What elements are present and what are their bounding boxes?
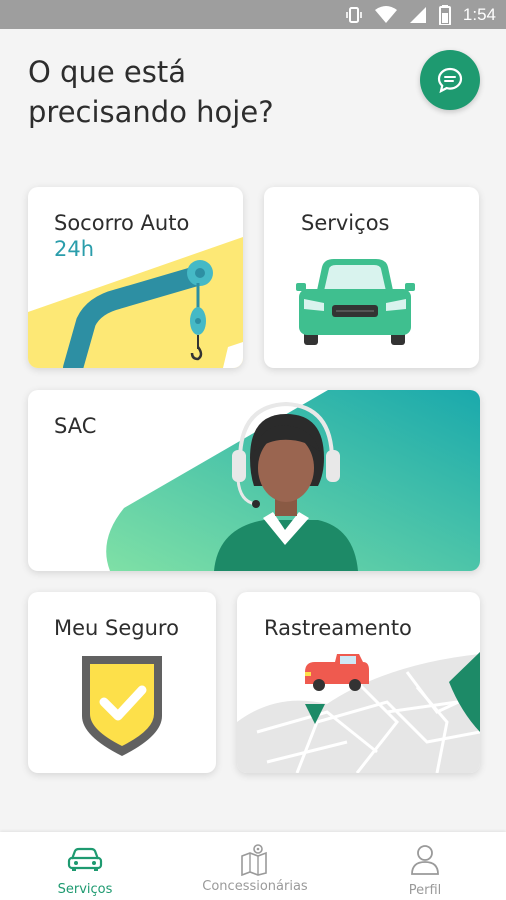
map-pin-icon [241, 844, 267, 876]
page-title: O que está precisando hoje? [28, 52, 388, 132]
clock: 1:54 [462, 4, 496, 24]
servicos-card[interactable]: Serviços [264, 187, 479, 368]
nav-label-servicos: Serviços [57, 882, 113, 897]
servicos-title: Serviços [301, 211, 390, 235]
socorro-subtitle: 24h [54, 237, 95, 261]
sac-title: SAC [54, 414, 97, 438]
status-bar: 1:54 [0, 0, 506, 29]
title-line-1: O que está [28, 55, 186, 89]
socorro-title: Socorro Auto [54, 211, 190, 235]
nav-label-concessionarias: Concessionárias [202, 879, 308, 894]
bottom-navigation: Serviços Concessionárias Perfil [0, 832, 506, 900]
user-icon [411, 845, 439, 875]
rastreamento-title: Rastreamento [264, 616, 412, 640]
wifi-icon [374, 5, 397, 23]
sac-card[interactable]: SAC [28, 390, 480, 571]
nav-item-concessionarias[interactable]: Concessionárias [190, 832, 320, 900]
meu-seguro-card[interactable]: Meu Seguro [28, 592, 216, 773]
signal-icon [409, 6, 426, 23]
battery-icon [438, 4, 451, 25]
car-icon [67, 847, 103, 871]
rastreamento-card[interactable]: Rastreamento [237, 592, 480, 773]
title-line-2: precisando hoje? [28, 95, 274, 129]
seguro-title: Meu Seguro [54, 616, 179, 640]
nav-item-servicos[interactable]: Serviços [40, 832, 130, 900]
nav-label-perfil: Perfil [408, 883, 442, 898]
chat-button[interactable] [420, 50, 480, 110]
socorro-auto-card[interactable]: Socorro Auto 24h [28, 187, 243, 368]
vibrate-icon [346, 6, 362, 23]
nav-item-perfil[interactable]: Perfil [390, 832, 460, 900]
chat-bubble-icon [437, 67, 463, 94]
